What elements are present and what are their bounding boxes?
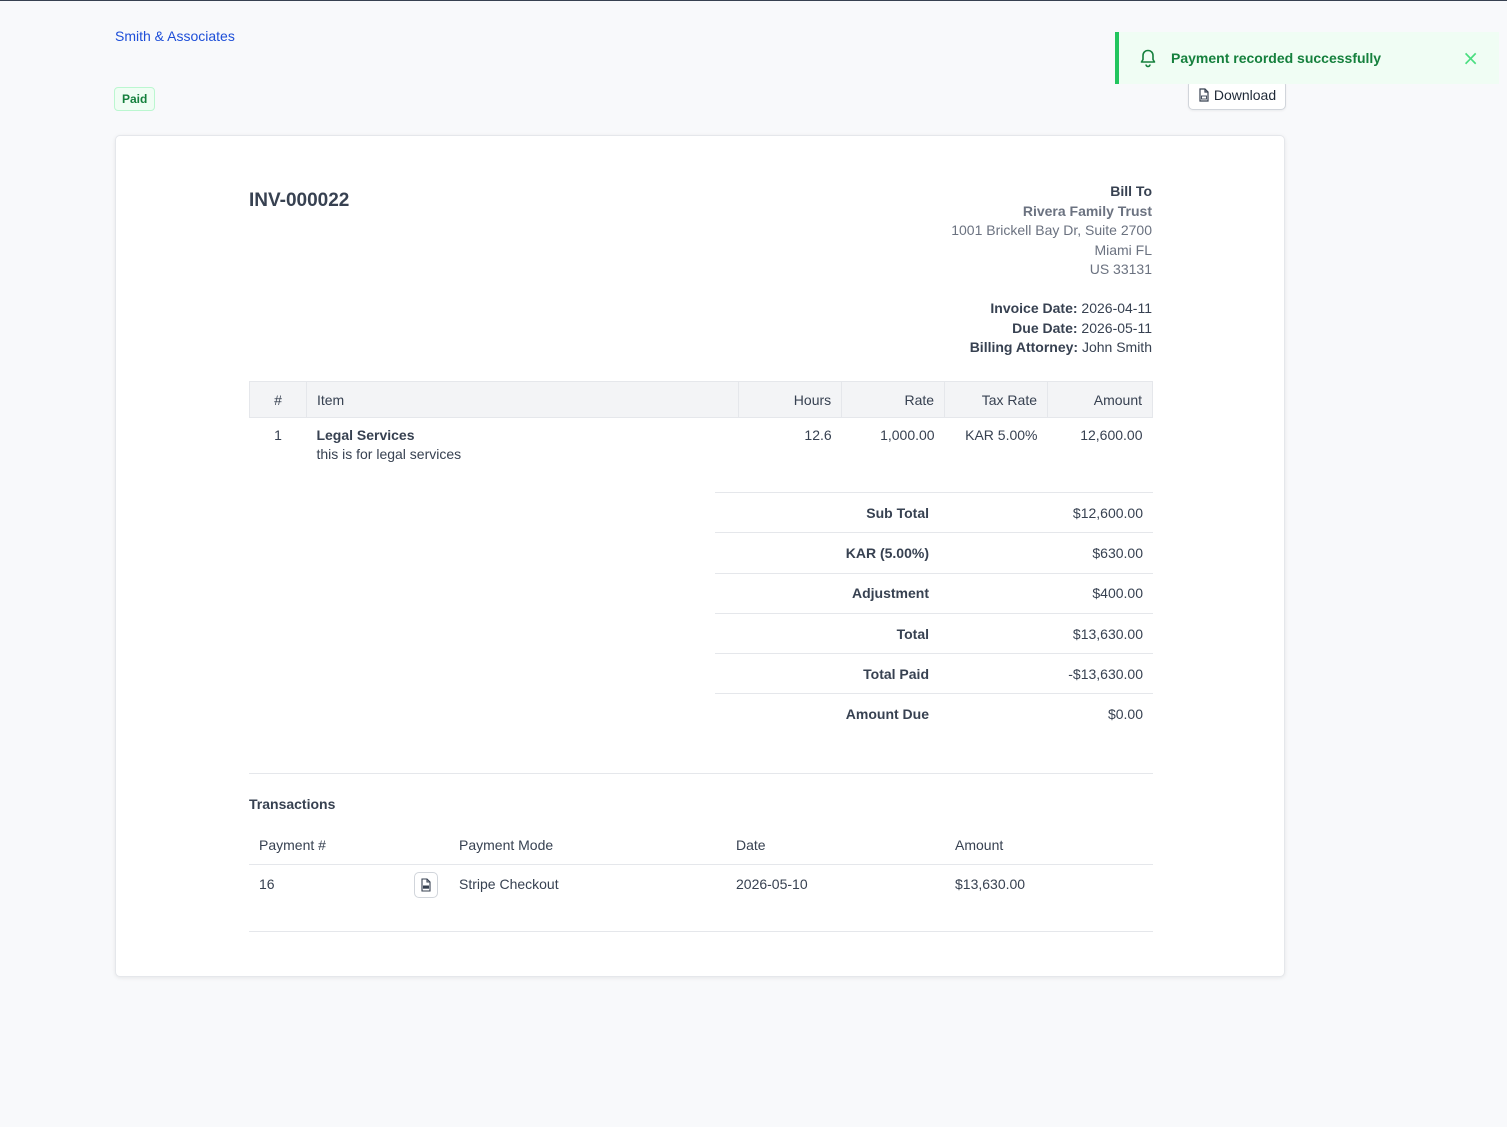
col-header-date: Date [726,826,945,865]
address-line: Miami FL [1094,241,1152,258]
payment-amount: $13,630.00 [955,876,1026,893]
success-toast: Payment recorded successfully × [1115,32,1499,84]
payment-number-cell: 16 [249,864,449,904]
adjustment-row: Adjustment $400.00 [715,572,1153,613]
download-label: Download [1213,87,1277,103]
item-rate: 1,000.00 [880,427,935,443]
item-tax-rate: KAR 5.00% [965,427,1038,443]
transactions-table: Payment # Payment Mode Date Amount 16 St… [249,826,1153,904]
col-header-rate: Rate [841,381,946,418]
tax-row: KAR (5.00%) $630.00 [715,532,1153,572]
total-value: $13,630.00 [1072,625,1143,642]
address-line: US 33131 [1089,261,1152,277]
invoice-date: Invoice Date: 2026-04-11 [951,299,1152,319]
payment-number: 16 [259,876,275,893]
item-number: 1 [274,427,282,443]
download-button[interactable]: Download [1188,80,1286,110]
billing-attorney: Billing Attorney: John Smith [951,338,1152,358]
adjustment-label: Adjustment [852,585,929,602]
total-label: Total [896,625,929,642]
amount-due-value: $0.00 [1107,706,1143,723]
toast-message: Payment recorded successfully [1171,50,1382,66]
amount-due-row: Amount Due $0.00 [715,693,1153,733]
total-paid-label: Total Paid [863,665,929,682]
transactions-header-row: Payment # Payment Mode Date Amount [249,826,1153,865]
total-row: Total $13,630.00 [715,612,1153,653]
transactions-title: Transactions [249,796,336,812]
col-header-item: Item [305,381,740,418]
line-items-table: # Item Hours Rate Tax Rate Amount 1 Lega… [249,381,1153,462]
col-header-amount: Amount [945,826,1153,865]
adjustment-value: $400.00 [1092,585,1143,602]
table-row: 16 Stripe Checkout 2026-05-10 $13,630.00 [249,864,1153,904]
item-name: Legal Services [316,427,415,443]
client-name: Rivera Family Trust [1022,202,1152,219]
table-header-row: # Item Hours Rate Tax Rate Amount [249,381,1153,418]
item-cell: Legal Services this is for legal service… [306,418,738,462]
status-badge: Paid [114,87,156,111]
invoice-date-value: 2026-04-11 [1081,300,1152,316]
invoice-number: INV-000022 [249,190,350,211]
col-header-payment-number: Payment # [249,826,449,865]
due-date-label: Due Date: [1012,319,1078,336]
bill-to-block: Bill To Rivera Family Trust 1001 Brickel… [951,182,1152,358]
close-icon[interactable]: × [1462,48,1479,68]
subtotal-label: Sub Total [866,504,929,521]
bill-to-heading: Bill To [1110,183,1152,199]
item-hours: 12.6 [804,427,832,443]
total-paid-row: Total Paid -$13,630.00 [715,653,1153,693]
payment-date: 2026-05-10 [736,876,808,893]
totals-summary: Sub Total $12,600.00 KAR (5.00%) $630.00… [715,492,1153,734]
document-icon [1198,88,1210,102]
invoice-card: INV-000022 Bill To Rivera Family Trust 1… [115,135,1285,977]
firm-name-link[interactable]: Smith & Associates [115,28,235,44]
tax-label: KAR (5.00%) [845,544,929,561]
address-line: 1001 Brickell Bay Dr, Suite 2700 [951,222,1152,238]
subtotal-value: $12,600.00 [1072,504,1143,521]
section-divider [249,773,1153,774]
col-header-hours: Hours [738,381,843,418]
due-date-value: 2026-05-11 [1081,319,1152,336]
item-description: this is for legal services [316,446,462,462]
attorney-value: John Smith [1081,339,1152,355]
pdf-icon[interactable] [414,871,438,898]
tax-value: $630.00 [1092,544,1143,561]
amount-due-label: Amount Due [845,706,929,723]
invoice-date-label: Invoice Date: [990,300,1078,316]
total-paid-value: -$13,630.00 [1068,665,1143,682]
due-date: Due Date: 2026-05-11 [951,319,1152,339]
col-header-amount: Amount [1047,381,1153,418]
payment-mode: Stripe Checkout [459,876,559,893]
col-header-number: # [249,381,307,418]
item-amount: 12,600.00 [1080,427,1143,443]
section-divider [249,931,1153,932]
col-header-tax-rate: Tax Rate [944,381,1048,418]
attorney-label: Billing Attorney: [969,339,1079,355]
bell-icon [1139,48,1157,68]
table-row: 1 Legal Services this is for legal servi… [250,418,1153,462]
col-header-payment-mode: Payment Mode [449,826,726,865]
subtotal-row: Sub Total $12,600.00 [715,492,1153,532]
